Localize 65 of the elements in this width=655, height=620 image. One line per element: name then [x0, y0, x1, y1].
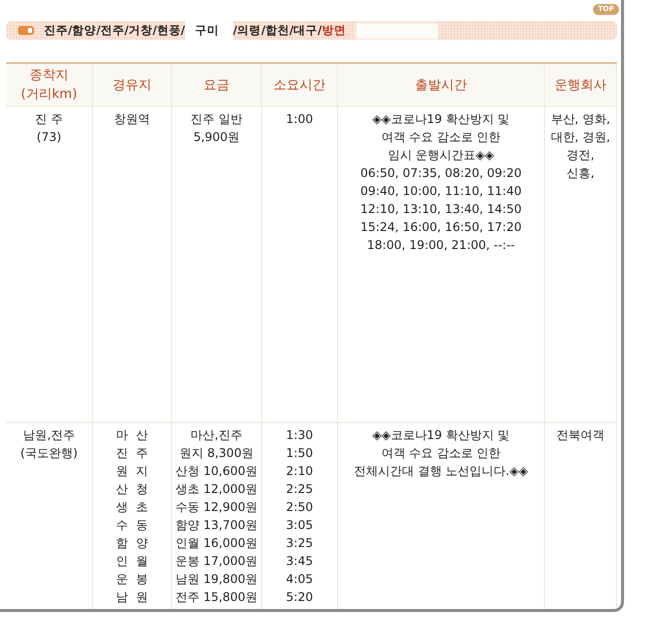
- table-cell-text: 창원역: [114, 111, 150, 128]
- table-cell-text: 대한, 경원,: [550, 129, 610, 146]
- table-cell-text: 15:24, 16:00, 16:50, 17:20: [360, 219, 522, 236]
- table-cell-text: 12:10, 13:10, 13:40, 14:50: [360, 201, 522, 218]
- table-cell-text: 18:00, 19:00, 21:00, --:--: [367, 237, 515, 254]
- table-cell-text: 전북여객: [556, 427, 604, 444]
- table-cell-text: 여객 수요 감소로 인한: [381, 445, 501, 462]
- table-cell-text: 4:05: [286, 571, 313, 588]
- bus-icon: [18, 26, 34, 35]
- table-cell-text: 신흥,: [566, 165, 594, 182]
- table-cell-text: 2:25: [286, 481, 313, 498]
- table-cell-text: 2:10: [286, 463, 313, 480]
- route-text: 진주/함양/전주/거창/현풍/: [44, 23, 186, 38]
- table-cell-text: 진주 일반: [190, 111, 242, 128]
- table-cell-text: 진 주: [35, 111, 63, 128]
- table-cell-text: 경전,: [566, 147, 594, 164]
- table-cell-text: 수동 12,900원: [176, 499, 258, 516]
- column-header: 요금: [202, 76, 230, 94]
- table-cell-text: 운 봉: [116, 571, 148, 588]
- table-cell-text: 생 초: [116, 499, 148, 516]
- table-cell-text: 3:45: [286, 553, 313, 570]
- table-cell-text: 남 원: [116, 589, 148, 606]
- table-cell-text: 진 주: [116, 445, 148, 462]
- table-cell-text: 인 월: [116, 553, 148, 570]
- table-cell-text: (국도완행): [20, 445, 78, 462]
- table-cell-text: 2:50: [286, 499, 313, 516]
- table-cell-text: 3:05: [286, 517, 313, 534]
- table-cell-text: 부산, 영화,: [550, 111, 610, 128]
- table-cell-text: 운봉 17,000원: [176, 553, 258, 570]
- table-cell-text: 함양 13,700원: [176, 517, 258, 534]
- table-cell-text: 여객 수요 감소로 인한: [381, 129, 501, 146]
- table-cell-text: 전주 15,800원: [176, 589, 258, 606]
- table-cell-text: 인월 16,000원: [176, 535, 258, 552]
- table-cell-text: 1:00: [286, 111, 313, 128]
- column-header: 소요시간: [272, 76, 326, 94]
- table-cell-text: 1:50: [286, 445, 313, 462]
- table-cell-text: 1:30: [286, 427, 313, 444]
- column-header: 출발시간: [414, 76, 468, 94]
- table-cell-text: 5,900원: [193, 129, 240, 146]
- table-cell-text: (73): [36, 129, 62, 146]
- table-cell-text: 3:25: [286, 535, 313, 552]
- table-cell-text: 산청 10,600원: [176, 463, 258, 480]
- table-cell-text: ◈◈코로나19 확산방지 및: [372, 427, 510, 444]
- table-cell-text: 함 양: [116, 535, 148, 552]
- column-header: 운행회사: [554, 76, 608, 94]
- table-cell-text: 남원,전주: [23, 427, 75, 444]
- table-cell-text: 5:20: [286, 589, 313, 606]
- table-cell-text: 마 산: [116, 427, 148, 444]
- table-cell-text: 원지 8,300원: [179, 445, 254, 462]
- table-cell-text: 원 지: [116, 463, 148, 480]
- column-header: 경유지: [112, 76, 152, 94]
- table-cell-text: 산 청: [116, 481, 148, 498]
- table-cell-text: 09:40, 10:00, 11:10, 11:40: [360, 183, 522, 200]
- table-cell-text: 전체시간대 결행 노선입니다.◈◈: [354, 463, 528, 480]
- table-cell-text: 임시 운행시간표◈◈: [388, 147, 494, 164]
- route-text: /의령/합천/대구/: [233, 23, 322, 38]
- table-cell-text: 마산,진주: [190, 427, 242, 444]
- table-cell-text: 06:50, 07:35, 08:20, 09:20: [360, 165, 522, 182]
- direction-label: 방면: [322, 23, 346, 38]
- table-cell-text: 생초 12,000원: [176, 481, 258, 498]
- table-cell-text: ◈◈코로나19 확산방지 및: [372, 111, 510, 128]
- table-cell-text: 수 동: [116, 517, 148, 534]
- route-text: 구미: [185, 21, 234, 40]
- column-header: 종착지 (거리km): [20, 67, 78, 104]
- table-cell-text: 남원 19,800원: [176, 571, 258, 588]
